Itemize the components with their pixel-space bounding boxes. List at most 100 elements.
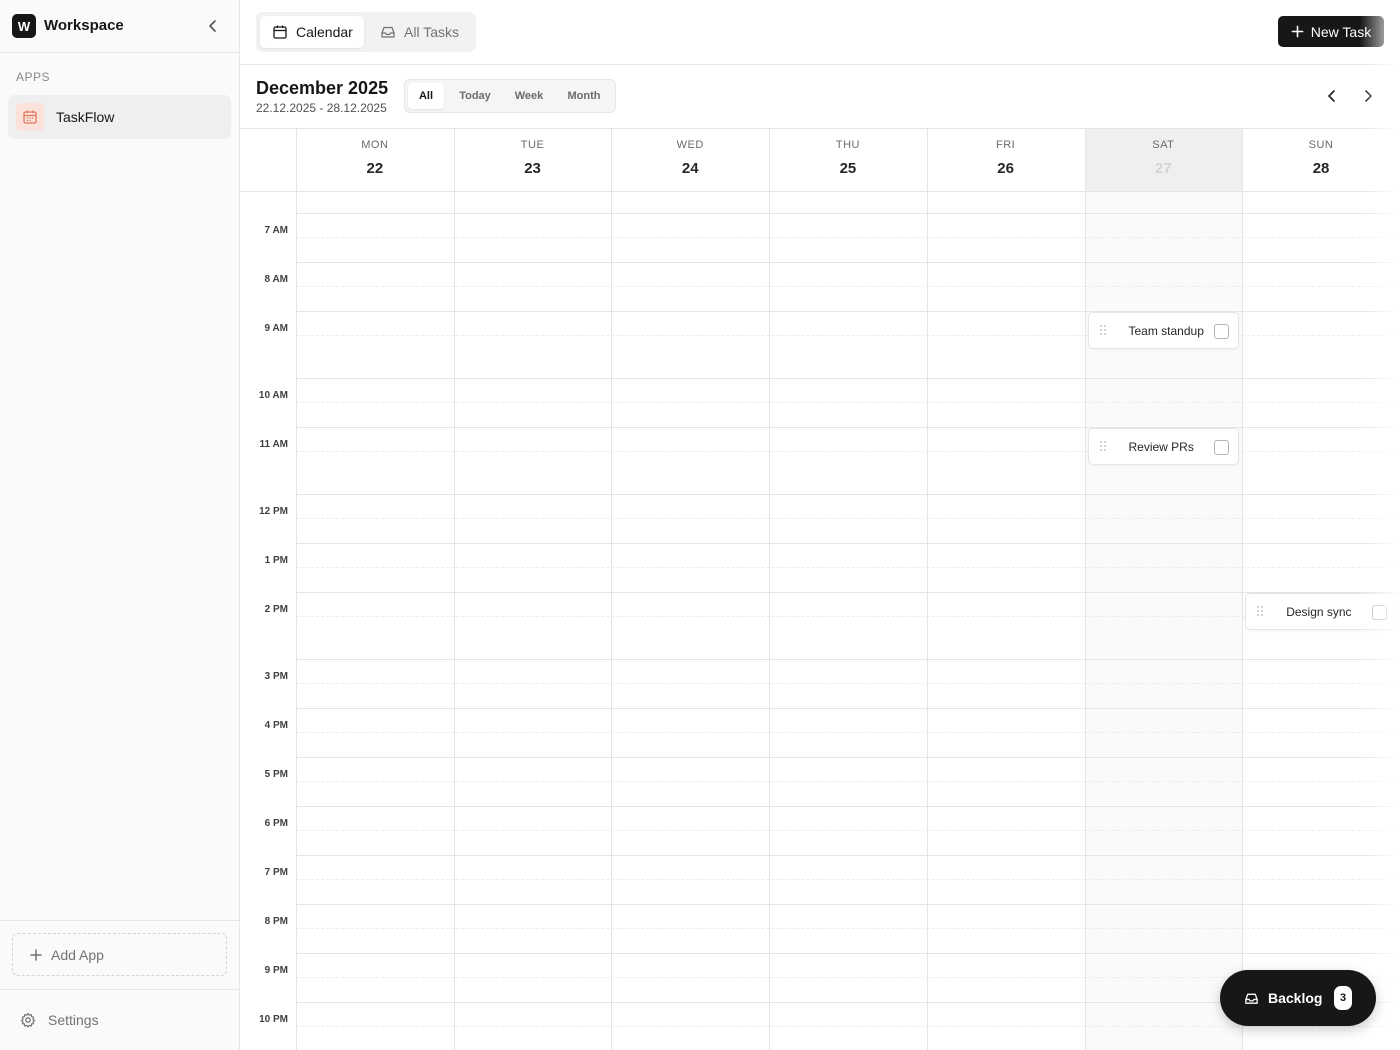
- column-divider: [1084, 129, 1086, 1050]
- day-number: 24: [681, 160, 699, 177]
- day-number: 26: [997, 160, 1014, 177]
- range-tab-week[interactable]: Week: [506, 83, 552, 109]
- drag-handle-icon[interactable]: [1099, 440, 1107, 452]
- tab-label: All Tasks: [404, 24, 459, 40]
- column-divider: [296, 129, 297, 1050]
- day-header-mon[interactable]: MON 22: [296, 129, 454, 191]
- plus-icon: [1291, 25, 1304, 38]
- sidebar-item-label: TaskFlow: [56, 109, 115, 125]
- range-tab-today[interactable]: Today: [448, 83, 502, 109]
- time-label: 11 AM: [259, 439, 288, 450]
- add-app-label: Add App: [51, 947, 104, 963]
- range-tab-all[interactable]: All: [408, 83, 444, 109]
- day-name: TUE: [520, 139, 545, 151]
- chevron-right-icon: [1365, 90, 1372, 102]
- gear-icon: [20, 1012, 36, 1028]
- day-header-thu[interactable]: THU 25: [769, 129, 927, 191]
- time-label: 3 PM: [264, 671, 288, 682]
- task-card[interactable]: Team standup: [1087, 312, 1240, 349]
- column-divider: [453, 129, 455, 1050]
- tab-calendar[interactable]: Calendar: [260, 16, 364, 48]
- day-name: WED: [676, 139, 704, 151]
- workspace-header: W Workspace: [0, 0, 239, 53]
- next-week-button[interactable]: [1358, 86, 1378, 106]
- workspace-logo: W: [12, 14, 36, 38]
- time-label: 4 PM: [264, 720, 288, 731]
- column-divider: [611, 129, 613, 1050]
- inbox-icon: [1245, 993, 1258, 1004]
- range-tab-month[interactable]: Month: [556, 83, 612, 109]
- new-task-button[interactable]: New Task: [1278, 16, 1384, 47]
- hour-divider: [296, 213, 1400, 214]
- task-checkbox[interactable]: [1371, 605, 1387, 620]
- time-label: 9 PM: [264, 965, 288, 976]
- day-header-sat[interactable]: SAT 27: [1084, 129, 1243, 191]
- day-number: 28: [1312, 160, 1330, 177]
- tab-label: Calendar: [296, 24, 353, 40]
- task-checkbox[interactable]: [1214, 324, 1230, 339]
- backlog-button[interactable]: Backlog 3: [1220, 970, 1376, 1026]
- divider: [0, 989, 239, 990]
- time-label: 10 PM: [259, 1014, 288, 1025]
- half-hour-divider: [296, 402, 1400, 403]
- half-hour-divider: [296, 683, 1400, 684]
- time-label: 6 PM: [264, 818, 288, 829]
- day-number: 22: [366, 160, 384, 177]
- half-hour-divider: [296, 518, 1400, 519]
- half-hour-divider: [296, 781, 1400, 782]
- half-hour-divider: [296, 879, 1400, 880]
- add-app-button[interactable]: Add App: [12, 933, 227, 976]
- collapse-sidebar-button[interactable]: [203, 16, 223, 36]
- hour-divider: [296, 953, 1400, 954]
- time-label: 2 PM: [264, 604, 288, 615]
- chevron-left-icon: [1328, 90, 1335, 102]
- drag-handle-icon[interactable]: [1256, 605, 1264, 617]
- hour-divider: [296, 904, 1400, 905]
- column-divider: [1242, 129, 1244, 1050]
- day-header-sun[interactable]: SUN 28: [1242, 129, 1400, 191]
- calendar-title: December 2025: [256, 78, 389, 98]
- hour-divider: [296, 757, 1400, 758]
- day-header-wed[interactable]: WED 24: [611, 129, 769, 191]
- app-root: W Workspace APPS TaskFlow Add App Settin…: [0, 0, 1400, 1050]
- hour-divider: [296, 262, 1400, 263]
- half-hour-divider: [296, 928, 1400, 929]
- workspace-name: Workspace: [44, 17, 124, 34]
- column-divider: [926, 129, 928, 1050]
- time-label: 8 PM: [264, 916, 288, 927]
- task-card[interactable]: Design sync: [1245, 593, 1397, 630]
- half-hour-divider: [296, 616, 1400, 617]
- day-name: THU: [835, 139, 860, 151]
- half-hour-divider: [296, 286, 1400, 287]
- sidebar-item-taskflow[interactable]: TaskFlow: [8, 95, 231, 139]
- half-hour-divider: [296, 567, 1400, 568]
- task-checkbox[interactable]: [1214, 440, 1230, 455]
- calendar-icon: [273, 25, 287, 39]
- day-name: FRI: [996, 139, 1016, 151]
- time-label: 5 PM: [264, 769, 288, 780]
- hour-divider: [296, 543, 1400, 544]
- half-hour-divider: [296, 237, 1400, 238]
- previous-week-button[interactable]: [1322, 86, 1342, 106]
- tab-all-tasks[interactable]: All Tasks: [368, 16, 472, 48]
- day-header-tue[interactable]: TUE 23: [454, 129, 612, 191]
- day-header-fri[interactable]: FRI 26: [927, 129, 1085, 191]
- inbox-icon: [381, 26, 395, 38]
- day-name: MON: [361, 139, 389, 151]
- time-label: 9 AM: [264, 323, 288, 334]
- time-label: 7 AM: [264, 225, 288, 236]
- sidebar: W Workspace APPS TaskFlow Add App Settin…: [0, 0, 240, 1050]
- task-card[interactable]: Review PRs: [1087, 428, 1240, 465]
- drag-handle-icon[interactable]: [1099, 324, 1107, 336]
- day-name: SAT: [1152, 139, 1175, 151]
- divider: [0, 920, 239, 921]
- task-title: Team standup: [1128, 324, 1204, 338]
- time-label: 12 PM: [259, 506, 288, 517]
- plus-icon: [30, 949, 42, 961]
- settings-button[interactable]: Settings: [8, 1003, 231, 1037]
- day-name: SUN: [1308, 139, 1334, 151]
- backlog-count-badge: 3: [1334, 986, 1352, 1010]
- half-hour-divider: [296, 732, 1400, 733]
- top-bar: Calendar All Tasks New Task: [240, 0, 1400, 65]
- column-divider: [769, 129, 771, 1050]
